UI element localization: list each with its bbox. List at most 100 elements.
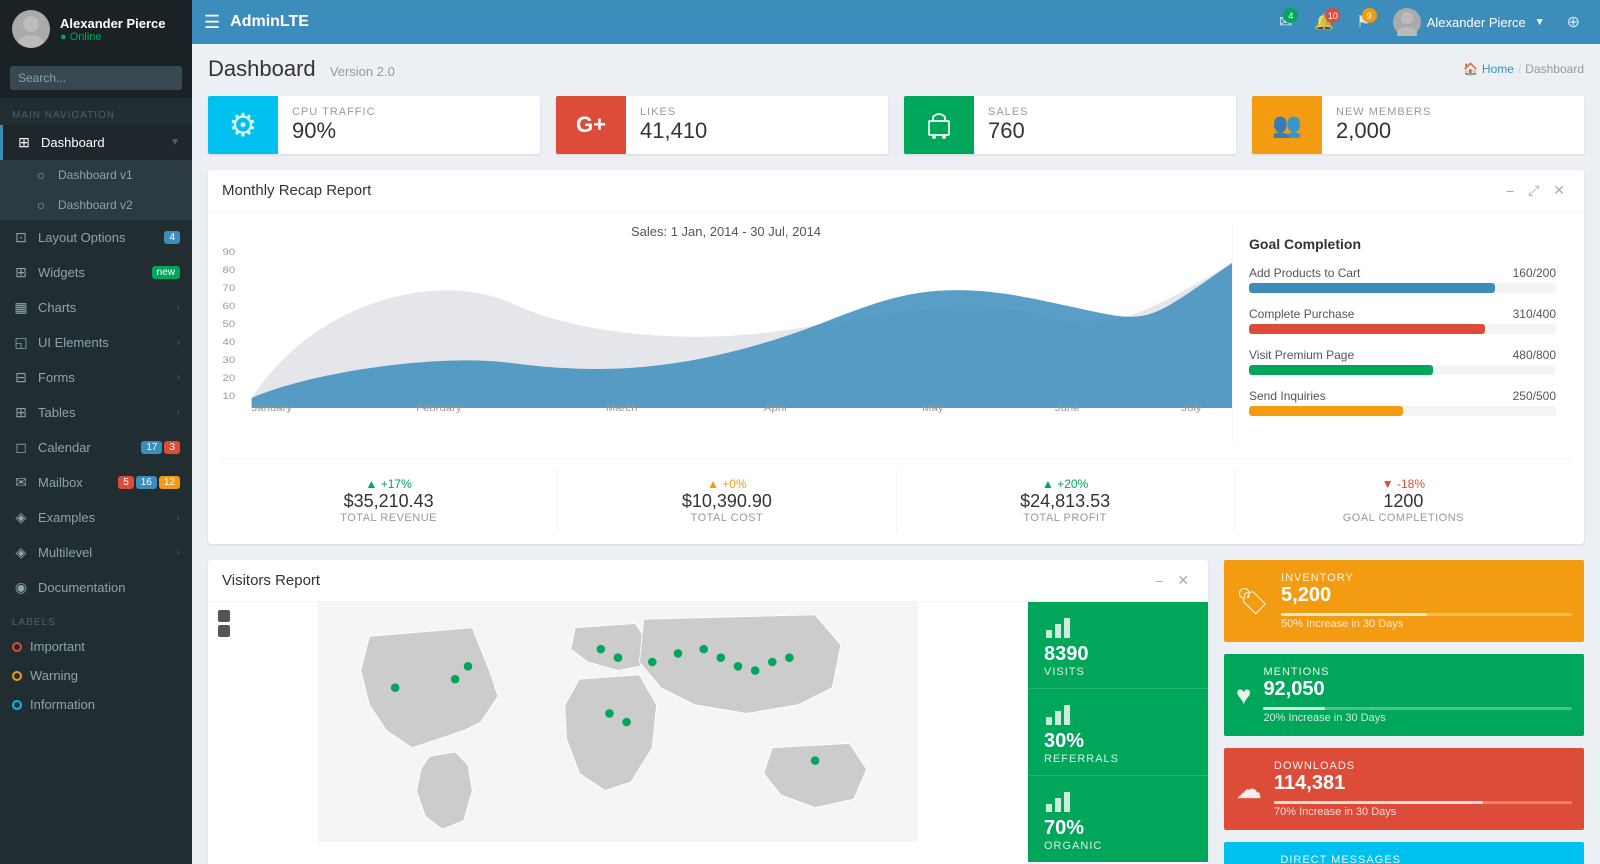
sidebar-item-multilevel[interactable]: ◈ Multilevel › — [0, 535, 192, 570]
breadcrumb: 🏠 Home / Dashboard — [1463, 62, 1584, 76]
share-button[interactable]: ⊕ — [1559, 8, 1588, 36]
close-button[interactable]: ✕ — [1548, 180, 1570, 201]
likes-label: LIKES — [640, 106, 874, 118]
label-important-text: Important — [30, 639, 85, 654]
minimize-button[interactable]: − — [1501, 180, 1519, 201]
messages-badge: 4 — [1283, 8, 1298, 23]
svg-text:June: June — [1055, 404, 1080, 413]
svg-text:80: 80 — [223, 266, 236, 276]
inventory-value: 5,200 — [1281, 584, 1572, 607]
notifications-button[interactable]: 🔔 10 — [1306, 8, 1342, 36]
messages-card: 💬 DIRECT MESSAGES 163,921 40% Increase i… — [1224, 842, 1584, 864]
downloads-sub: 70% Increase in 30 Days — [1274, 806, 1572, 818]
stat-profit: ▲ +20% $24,813.53 TOTAL PROFIT — [897, 469, 1235, 532]
goal-item-2: Visit Premium Page 480/800 — [1249, 348, 1556, 375]
side-stats: 🏷 INVENTORY 5,200 50% Increase in 30 Day… — [1224, 560, 1584, 864]
inventory-sub: 50% Increase in 30 Days — [1281, 618, 1572, 630]
dashboard-icon: ⊞ — [15, 134, 33, 151]
monthly-recap-body: Sales: 1 Jan, 2014 - 30 Jul, 2014 90 80 … — [208, 212, 1584, 544]
user-menu-button[interactable]: Alexander Pierce ▼ — [1385, 8, 1553, 36]
label-information[interactable]: Information — [0, 690, 192, 719]
svg-text:May: May — [922, 404, 944, 413]
goal-item-1: Complete Purchase 310/400 — [1249, 307, 1556, 334]
sidebar-item-dashboard-v1[interactable]: ○ Dashboard v1 — [0, 160, 192, 190]
sidebar-item-calendar[interactable]: ◻ Calendar 17 3 — [0, 430, 192, 465]
stats-row: ▲ +17% $35,210.43 TOTAL REVENUE ▲ +0% $1… — [220, 458, 1572, 532]
sidebar-item-tables[interactable]: ⊞ Tables › — [0, 395, 192, 430]
tasks-button[interactable]: ⚑ 9 — [1348, 8, 1378, 36]
revenue-label: TOTAL REVENUE — [228, 512, 549, 524]
resize-button[interactable]: ⤢ — [1523, 180, 1544, 201]
tasks-badge: 9 — [1362, 8, 1377, 23]
sidebar-item-ui-elements[interactable]: ◱ UI Elements › — [0, 325, 192, 360]
label-warning[interactable]: Warning — [0, 661, 192, 690]
sidebar-item-widgets[interactable]: ⊞ Widgets new — [0, 255, 192, 290]
monthly-recap-panel: Monthly Recap Report − ⤢ ✕ Sales: 1 Jan,… — [208, 170, 1584, 544]
sidebar-header: Alexander Pierce Online — [0, 0, 192, 58]
visitors-panel: Visitors Report − ✕ — [208, 560, 1208, 864]
main-content-area: ☰ AdminLTE ✉ 4 🔔 10 ⚑ 9 Alexander Pierce… — [192, 0, 1600, 864]
docs-icon: ◉ — [12, 579, 30, 596]
goal-label-2: Visit Premium Page — [1249, 348, 1354, 362]
stat-box-members: 👥 NEW MEMBERS 2,000 — [1252, 96, 1584, 154]
svg-text:July: July — [1181, 404, 1202, 413]
page-content: Dashboard Version 2.0 🏠 Home / Dashboard… — [192, 44, 1600, 864]
sidebar-item-label: Charts — [38, 300, 177, 315]
charts-icon: ▦ — [12, 299, 30, 316]
top-navbar: ☰ AdminLTE ✉ 4 🔔 10 ⚑ 9 Alexander Pierce… — [192, 0, 1600, 44]
mentions-label: MENTIONS — [1263, 666, 1572, 678]
downloads-icon: ☁ — [1236, 774, 1262, 805]
goals-label: GOAL COMPLETIONS — [1243, 512, 1564, 524]
likes-icon: G+ — [556, 96, 626, 154]
breadcrumb-home-link[interactable]: Home — [1482, 62, 1514, 76]
chart-title: Sales: 1 Jan, 2014 - 30 Jul, 2014 — [220, 224, 1232, 239]
stat-revenue: ▲ +17% $35,210.43 TOTAL REVENUE — [220, 469, 558, 532]
cpu-info: CPU TRAFFIC 90% — [278, 96, 540, 154]
visitors-content: 8390 VISITS — [208, 602, 1208, 862]
calendar-badge-2: 3 — [164, 441, 180, 454]
visits-icon — [1044, 612, 1072, 640]
visitor-stat-visits: 8390 VISITS — [1028, 602, 1208, 689]
warning-dot — [12, 671, 22, 681]
svg-text:10: 10 — [223, 392, 236, 402]
sidebar-item-documentation[interactable]: ◉ Documentation — [0, 570, 192, 605]
circle-icon: ○ — [32, 197, 50, 213]
svg-text:90: 90 — [223, 248, 236, 258]
chart-area: Sales: 1 Jan, 2014 - 30 Jul, 2014 90 80 … — [220, 224, 1232, 442]
sidebar-item-charts[interactable]: ▦ Charts › — [0, 290, 192, 325]
sidebar-item-examples[interactable]: ◈ Examples › — [0, 500, 192, 535]
sidebar-item-forms[interactable]: ⊟ Forms › — [0, 360, 192, 395]
messages-button[interactable]: ✉ 4 — [1271, 8, 1300, 36]
panel-tools: − ⤢ ✕ — [1501, 180, 1570, 201]
user-avatar — [1393, 8, 1421, 36]
monthly-recap-title: Monthly Recap Report — [222, 182, 371, 199]
search-input[interactable] — [10, 66, 182, 90]
sidebar-item-label: Calendar — [38, 440, 137, 455]
visitor-stat-organic: 70% ORGANIC — [1028, 776, 1208, 862]
sidebar-item-dashboard[interactable]: ⊞ Dashboard ▼ — [0, 125, 192, 160]
referrals-value: 30% — [1044, 730, 1119, 753]
visitors-minimize-button[interactable]: − — [1150, 570, 1168, 591]
mentions-value: 92,050 — [1263, 678, 1572, 701]
label-important[interactable]: Important — [0, 632, 192, 661]
calendar-badge-1: 17 — [141, 441, 162, 454]
stat-cost: ▲ +0% $10,390.90 TOTAL COST — [558, 469, 896, 532]
mentions-sub: 20% Increase in 30 Days — [1263, 712, 1572, 724]
sidebar-item-dashboard-v2[interactable]: ○ Dashboard v2 — [0, 190, 192, 220]
stat-goals: ▼ -18% 1200 GOAL COMPLETIONS — [1235, 469, 1572, 532]
svg-text:January: January — [252, 404, 293, 413]
sidebar-item-layout[interactable]: ⊡ Layout Options 4 — [0, 220, 192, 255]
svg-text:20: 20 — [223, 374, 236, 384]
notifications-badge: 10 — [1325, 8, 1340, 23]
sidebar-toggle-button[interactable]: ☰ — [204, 12, 220, 33]
arrow-icon: › — [177, 407, 180, 418]
sidebar-user-name: Alexander Pierce — [60, 16, 166, 31]
goal-item-3: Send Inquiries 250/500 — [1249, 389, 1556, 416]
sidebar-item-mailbox[interactable]: ✉ Mailbox 5 16 12 — [0, 465, 192, 500]
visitors-close-button[interactable]: ✕ — [1172, 570, 1194, 591]
arrow-icon: › — [177, 302, 180, 313]
sidebar-item-label: Dashboard v2 — [58, 198, 180, 212]
layout-icon: ⊡ — [12, 229, 30, 246]
goal-item-0: Add Products to Cart 160/200 — [1249, 266, 1556, 293]
goal-label-0: Add Products to Cart — [1249, 266, 1360, 280]
